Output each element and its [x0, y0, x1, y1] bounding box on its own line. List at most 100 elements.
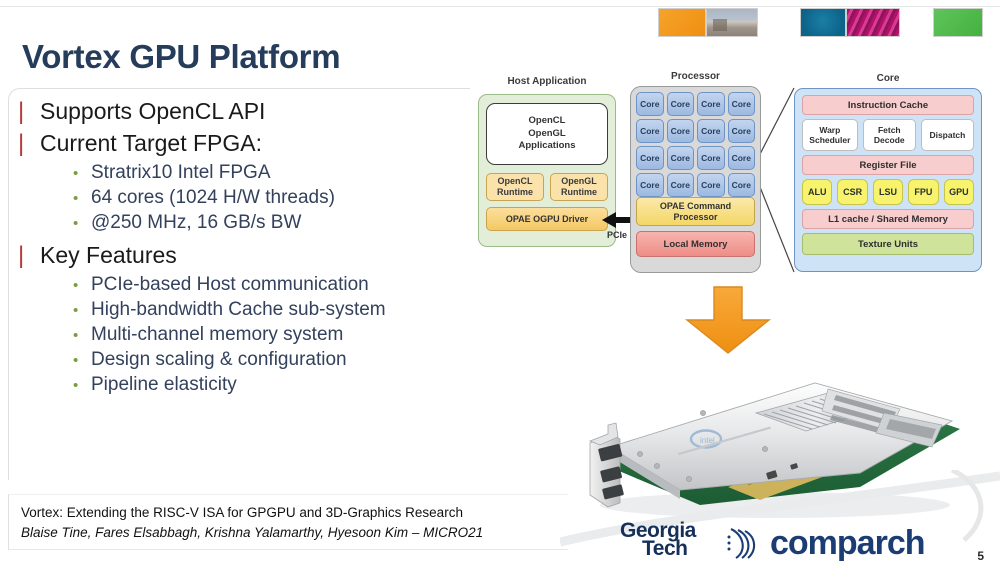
host-app-line-3: Applications	[518, 140, 576, 152]
sub-bullet-text: High-bandwidth Cache sub-system	[91, 299, 386, 320]
core-cell: Core	[697, 146, 725, 170]
fetch-decode-line-1: Fetch	[877, 124, 901, 135]
sub-bullet-text: Design scaling & configuration	[91, 349, 347, 370]
sub-bullet-text: Pipeline elasticity	[91, 374, 237, 395]
host-applications-box: OpenCL OpenGL Applications	[486, 103, 608, 165]
slide-title: Vortex GPU Platform	[22, 38, 341, 75]
dispatch-label: Dispatch	[929, 129, 966, 140]
opencl-runtime-line-1: OpenCL	[497, 176, 533, 187]
sub-bullet-memory: • Multi-channel memory system	[18, 324, 470, 346]
warp-scheduler-line-2: Scheduler	[809, 135, 851, 145]
dispatch-block: Dispatch	[920, 119, 974, 151]
page-number: 5	[977, 549, 984, 563]
core-cell: Core	[727, 173, 755, 197]
execution-units-row: ALU CSR LSU FPU GPU	[802, 179, 975, 205]
core-cell: Core	[666, 92, 694, 116]
bullet-text: Current Target FPGA:	[40, 130, 262, 156]
core-cell: Core	[727, 119, 755, 143]
citation-box: Vortex: Extending the RISC-V ISA for GPG…	[8, 494, 568, 550]
bullet-marker-bar: |	[18, 98, 25, 125]
banner-chip-photo	[706, 8, 758, 37]
processor-core-grid: Core Core Core Core Core Core Core Core …	[636, 92, 755, 197]
sub-bullet-text: 64 cores (1024 H/W threads)	[91, 187, 335, 208]
sub-bullet-pcie-host: • PCIe-based Host communication	[18, 274, 470, 296]
bullet-marker-dot: •	[73, 215, 79, 232]
bullet-marker-dot: •	[73, 352, 79, 369]
bullet-item-current-target-fpga: | Current Target FPGA:	[18, 130, 470, 157]
fetch-decode-block: Fetch Decode	[862, 119, 916, 151]
intel-fpga-pcie-card-photo: intel	[588, 382, 960, 518]
sub-bullet-design-scaling: • Design scaling & configuration	[18, 349, 470, 371]
sub-bullet-cache: • High-bandwidth Cache sub-system	[18, 299, 470, 321]
bullet-marker-bar: |	[18, 242, 25, 269]
processor-label: Processor	[671, 71, 720, 82]
banner-chip-green	[933, 8, 983, 37]
local-memory-block: Local Memory	[636, 231, 755, 257]
warp-scheduler-block: Warp Scheduler	[802, 119, 858, 151]
core-cell: Core	[666, 146, 694, 170]
opencl-runtime-line-2: Runtime	[497, 187, 533, 197]
banner-chip-pink	[846, 8, 900, 37]
opengl-runtime-line-1: OpenGL	[561, 176, 597, 187]
core-cell: Core	[636, 173, 664, 197]
opae-cmd-line-2: Processor	[673, 211, 718, 222]
banner-divider	[0, 6, 1000, 7]
banner-chip-teal	[800, 8, 846, 37]
slide-canvas: Vortex GPU Platform | Supports OpenCL AP…	[0, 0, 1000, 569]
lsu-unit: LSU	[872, 179, 904, 205]
sub-bullet-text: Multi-channel memory system	[91, 324, 344, 345]
bullet-marker-dot: •	[73, 377, 79, 394]
comparch-wordmark: comparch	[770, 524, 925, 562]
core-frontend-row: Warp Scheduler Fetch Decode Dispatch	[802, 119, 974, 151]
host-app-line-1: OpenCL	[528, 115, 566, 127]
opengl-runtime-block: OpenGL Runtime	[550, 173, 608, 201]
opencl-runtime-block: OpenCL Runtime	[486, 173, 544, 201]
instruction-cache-block: Instruction Cache	[802, 95, 974, 115]
citation-paper-title: Vortex: Extending the RISC-V ISA for GPG…	[21, 505, 463, 520]
core-cell: Core	[727, 92, 755, 116]
pcie-label: PCIe	[607, 230, 628, 240]
core-cell: Core	[727, 146, 755, 170]
opengl-runtime-line-2: Runtime	[561, 187, 597, 197]
georgia-tech-logo: Georgia Tech	[620, 520, 696, 561]
bullet-marker-dot: •	[73, 302, 79, 319]
l1-cache-block: L1 cache / Shared Memory	[802, 209, 974, 229]
gt-logo-line-2: Tech	[642, 537, 688, 561]
sub-bullet-cores: • 64 cores (1024 H/W threads)	[18, 187, 470, 209]
bullet-item-key-features: | Key Features	[18, 242, 470, 269]
sub-bullet-clock-bandwidth: • @250 MHz, 16 GB/s BW	[18, 212, 470, 234]
host-app-line-2: OpenGL	[528, 127, 566, 139]
fetch-decode-line-2: Decode	[873, 135, 905, 145]
sub-bullet-pipeline-elasticity: • Pipeline elasticity	[18, 374, 470, 396]
core-cell: Core	[636, 146, 664, 170]
warp-scheduler-line-1: Warp	[819, 124, 841, 135]
comparch-swirl-icon	[727, 528, 756, 559]
host-application-label: Host Application	[507, 76, 587, 87]
core-detail-label: Core	[876, 73, 900, 84]
bullet-list: | Supports OpenCL API | Current Target F…	[18, 98, 470, 399]
core-cell: Core	[636, 92, 664, 116]
core-cell: Core	[666, 173, 694, 197]
opae-cmd-line-1: OPAE Command	[659, 200, 732, 211]
sub-bullet-text: Stratrix10 Intel FPGA	[91, 162, 271, 183]
alu-unit: ALU	[802, 179, 833, 205]
top-banner	[0, 0, 1000, 38]
bullet-marker-dot: •	[73, 190, 79, 207]
core-cell: Core	[636, 119, 664, 143]
citation-authors: Blaise Tine, Fares Elsabbagh, Krishna Ya…	[21, 524, 484, 540]
fpu-unit: FPU	[908, 179, 939, 205]
bullet-text: Key Features	[40, 242, 177, 268]
core-cell: Core	[697, 173, 725, 197]
sub-bullet-stratrix10: • Stratrix10 Intel FPGA	[18, 162, 470, 184]
bullet-marker-dot: •	[73, 165, 79, 182]
gpu-unit: GPU	[943, 179, 975, 205]
architecture-diagram: Host Application OpenCL OpenGL Applicati…	[472, 70, 988, 280]
bullet-text: Supports OpenCL API	[40, 98, 266, 124]
register-file-block: Register File	[802, 155, 974, 175]
core-cell: Core	[666, 119, 694, 143]
sub-bullet-text: @250 MHz, 16 GB/s BW	[91, 212, 302, 233]
banner-chip-orange	[658, 8, 706, 37]
texture-units-block: Texture Units	[802, 233, 974, 255]
sub-bullet-text: PCIe-based Host communication	[91, 274, 369, 295]
bullet-marker-dot: •	[73, 327, 79, 344]
